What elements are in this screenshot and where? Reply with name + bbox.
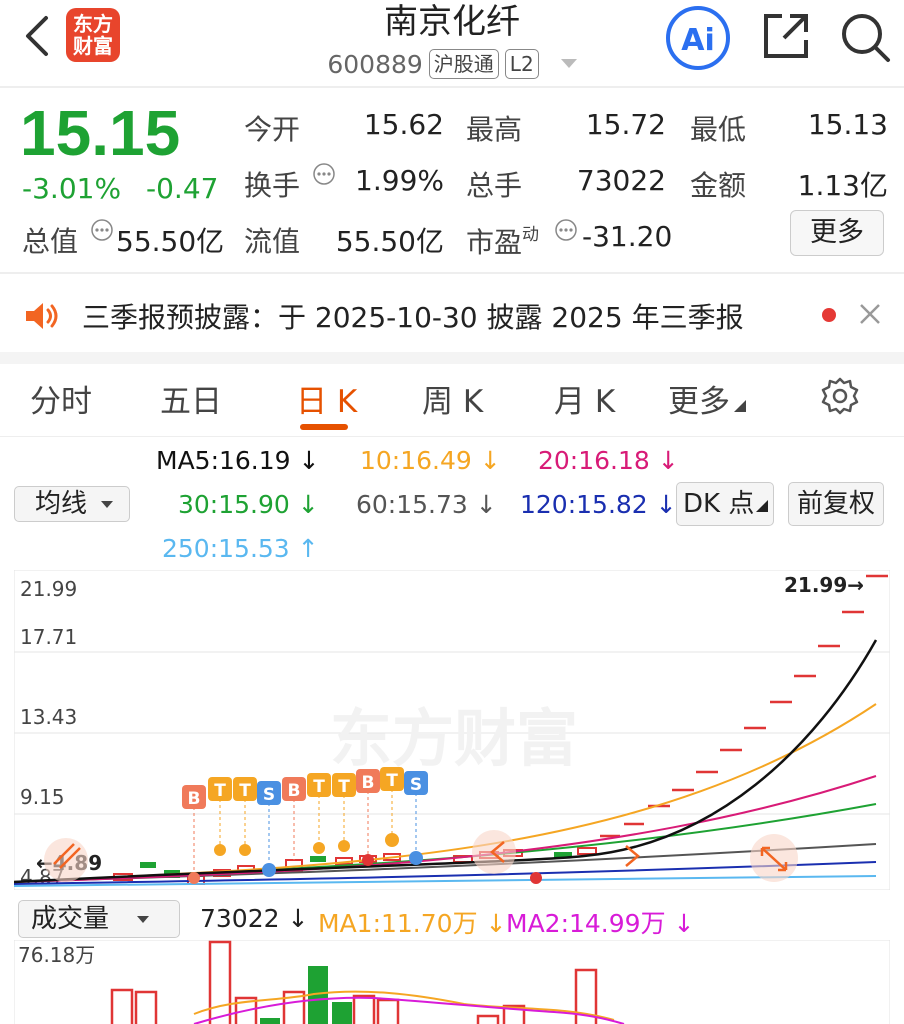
- y-label-3: 13.43: [20, 705, 77, 729]
- pe-sup: 动: [522, 225, 540, 245]
- ma250-legend: 250:15.53 ↑: [162, 534, 319, 563]
- open-label: 今开: [244, 113, 301, 146]
- unread-dot: [822, 308, 836, 322]
- info-icon[interactable]: [554, 218, 578, 242]
- more-quote-button[interactable]: 更多: [790, 210, 884, 256]
- ai-icon[interactable]: Ai: [664, 4, 732, 72]
- pe-value: -31.20: [582, 220, 673, 253]
- level2-tag: L2: [504, 49, 539, 79]
- svg-text:T: T: [313, 777, 325, 797]
- high-value: 15.72: [585, 108, 666, 141]
- volume-label: 总手: [466, 169, 523, 202]
- svg-text:T: T: [338, 777, 350, 797]
- volume-selector[interactable]: 成交量: [18, 900, 180, 938]
- hk-connect-tag: 沪股通: [428, 49, 499, 79]
- svg-text:S: S: [410, 775, 422, 795]
- change-amount: -0.47: [146, 172, 219, 205]
- float-value: 55.50亿: [335, 225, 444, 258]
- tab-weekly-k[interactable]: 周 K: [422, 376, 483, 421]
- search-icon[interactable]: [838, 10, 892, 64]
- amount-value: 1.13亿: [797, 169, 888, 202]
- volume-value: 73022 ↓: [200, 904, 309, 933]
- svg-text:B: B: [188, 789, 201, 809]
- close-icon[interactable]: [858, 302, 882, 326]
- notice-divider: [0, 352, 904, 364]
- gear-icon[interactable]: [820, 376, 860, 416]
- svg-text:T: T: [386, 771, 398, 791]
- turnover-value: 1.99%: [355, 164, 444, 197]
- y-label-1: 21.99: [20, 577, 77, 601]
- mcap-value: 55.50亿: [116, 225, 225, 258]
- watermark: 东方财富: [330, 702, 578, 775]
- change-percent: -3.01%: [22, 172, 122, 205]
- svg-text:B: B: [288, 781, 301, 801]
- kline-chart[interactable]: 东方财富 21.99 17.71 13.43 9.15 4.87 21.99→ …: [13, 569, 891, 891]
- volume-value: 73022: [576, 164, 666, 197]
- stock-code: 600889: [327, 50, 423, 79]
- volume-chart[interactable]: 76.18万: [13, 939, 891, 1024]
- amount-label: 金额: [690, 169, 747, 202]
- tab-five-day[interactable]: 五日: [160, 376, 222, 421]
- tab-more[interactable]: 更多: [668, 376, 746, 421]
- info-icon[interactable]: [312, 162, 336, 186]
- ma60-legend: 60:15.73 ↓: [356, 490, 497, 519]
- header-divider: [0, 86, 904, 88]
- svg-text:T: T: [239, 781, 251, 801]
- active-tab-indicator: [300, 424, 348, 430]
- max-marker: 21.99→: [784, 573, 864, 597]
- svg-text:S: S: [263, 785, 275, 805]
- ma5-legend: MA5:16.19 ↓: [156, 446, 320, 475]
- current-price: 15.15: [20, 97, 181, 169]
- svg-text:Ai: Ai: [681, 23, 715, 58]
- tab-intraday[interactable]: 分时: [30, 376, 92, 421]
- high-label: 最高: [466, 113, 523, 146]
- low-value: 15.13: [807, 108, 888, 141]
- open-value: 15.62: [363, 108, 444, 141]
- ma-selector[interactable]: 均线: [14, 486, 130, 522]
- turnover-label: 换手: [244, 169, 301, 202]
- speaker-icon: [24, 300, 60, 332]
- tab-monthly-k[interactable]: 月 K: [554, 376, 615, 421]
- notice-text[interactable]: 三季报预披露：于 2025-10-30 披露 2025 年三季报: [82, 296, 744, 336]
- ma20-legend: 20:16.18 ↓: [538, 446, 679, 475]
- pe-label: 市盈动: [466, 225, 540, 259]
- info-icon[interactable]: [90, 218, 114, 242]
- tabs-divider: [0, 436, 904, 437]
- low-label: 最低: [690, 113, 747, 146]
- share-icon[interactable]: [760, 10, 812, 62]
- mcap-label: 总值: [22, 225, 79, 258]
- low-point-dot: [530, 872, 542, 884]
- highlight-circle: [472, 830, 516, 874]
- quote-divider: [0, 272, 904, 274]
- dk-point-button[interactable]: DK 点: [676, 482, 774, 526]
- highlight-circle: [44, 838, 88, 882]
- ma30-legend: 30:15.90 ↓: [178, 490, 319, 519]
- float-label: 流值: [244, 225, 301, 258]
- svg-text:B: B: [362, 773, 375, 793]
- svg-text:T: T: [214, 781, 226, 801]
- volume-ma1: MA1:11.70万 ↓: [318, 909, 507, 938]
- ma120-legend: 120:15.82 ↓: [520, 490, 677, 519]
- dropdown-icon[interactable]: [560, 46, 577, 75]
- adjust-button[interactable]: 前复权: [788, 482, 884, 526]
- y-label-2: 17.71: [20, 625, 77, 649]
- y-label-4: 9.15: [20, 785, 65, 809]
- volume-ma2: MA2:14.99万 ↓: [506, 909, 695, 938]
- ma10-legend: 10:16.49 ↓: [360, 446, 501, 475]
- volume-y-label: 76.18万: [18, 943, 95, 967]
- tab-daily-k[interactable]: 日 K: [296, 376, 357, 421]
